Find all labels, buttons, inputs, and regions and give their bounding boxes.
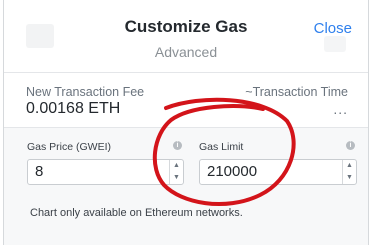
info-icon[interactable]: i bbox=[346, 141, 355, 150]
close-button[interactable]: Close bbox=[314, 20, 352, 37]
gas-limit-input[interactable]: 210000 ▲ ▼ bbox=[199, 159, 357, 185]
time-label: ~Transaction Time bbox=[245, 85, 348, 99]
chevron-up-icon[interactable]: ▲ bbox=[170, 160, 183, 172]
fee-label: New Transaction Fee bbox=[26, 85, 145, 99]
chart-note: Chart only available on Ethereum network… bbox=[30, 207, 243, 219]
gas-limit-label: Gas Limit bbox=[199, 141, 244, 153]
time-value: ... bbox=[333, 101, 348, 117]
info-icon[interactable]: i bbox=[173, 141, 182, 150]
gas-price-label: Gas Price (GWEI) bbox=[27, 141, 112, 153]
chevron-up-icon[interactable]: ▲ bbox=[343, 160, 356, 172]
customize-gas-modal: Customize Gas Advanced Close New Transac… bbox=[3, 0, 369, 245]
modal-header: Customize Gas Advanced Close bbox=[4, 0, 368, 73]
advanced-gas-panel: Gas Price (GWEI) i 8 ▲ ▼ Gas Limit i 210… bbox=[4, 128, 368, 245]
chevron-down-icon[interactable]: ▼ bbox=[343, 172, 356, 184]
gas-limit-value[interactable]: 210000 bbox=[207, 163, 257, 180]
modal-subtitle: Advanced bbox=[154, 44, 218, 60]
gas-price-stepper[interactable]: ▲ ▼ bbox=[169, 160, 183, 184]
gas-price-value[interactable]: 8 bbox=[35, 163, 43, 180]
gas-price-input[interactable]: 8 ▲ ▼ bbox=[27, 159, 184, 185]
fee-summary: New Transaction Fee 0.00168 ETH ~Transac… bbox=[4, 73, 368, 128]
chevron-down-icon[interactable]: ▼ bbox=[170, 172, 183, 184]
fee-value: 0.00168 ETH bbox=[26, 100, 121, 117]
gas-limit-stepper[interactable]: ▲ ▼ bbox=[342, 160, 356, 184]
